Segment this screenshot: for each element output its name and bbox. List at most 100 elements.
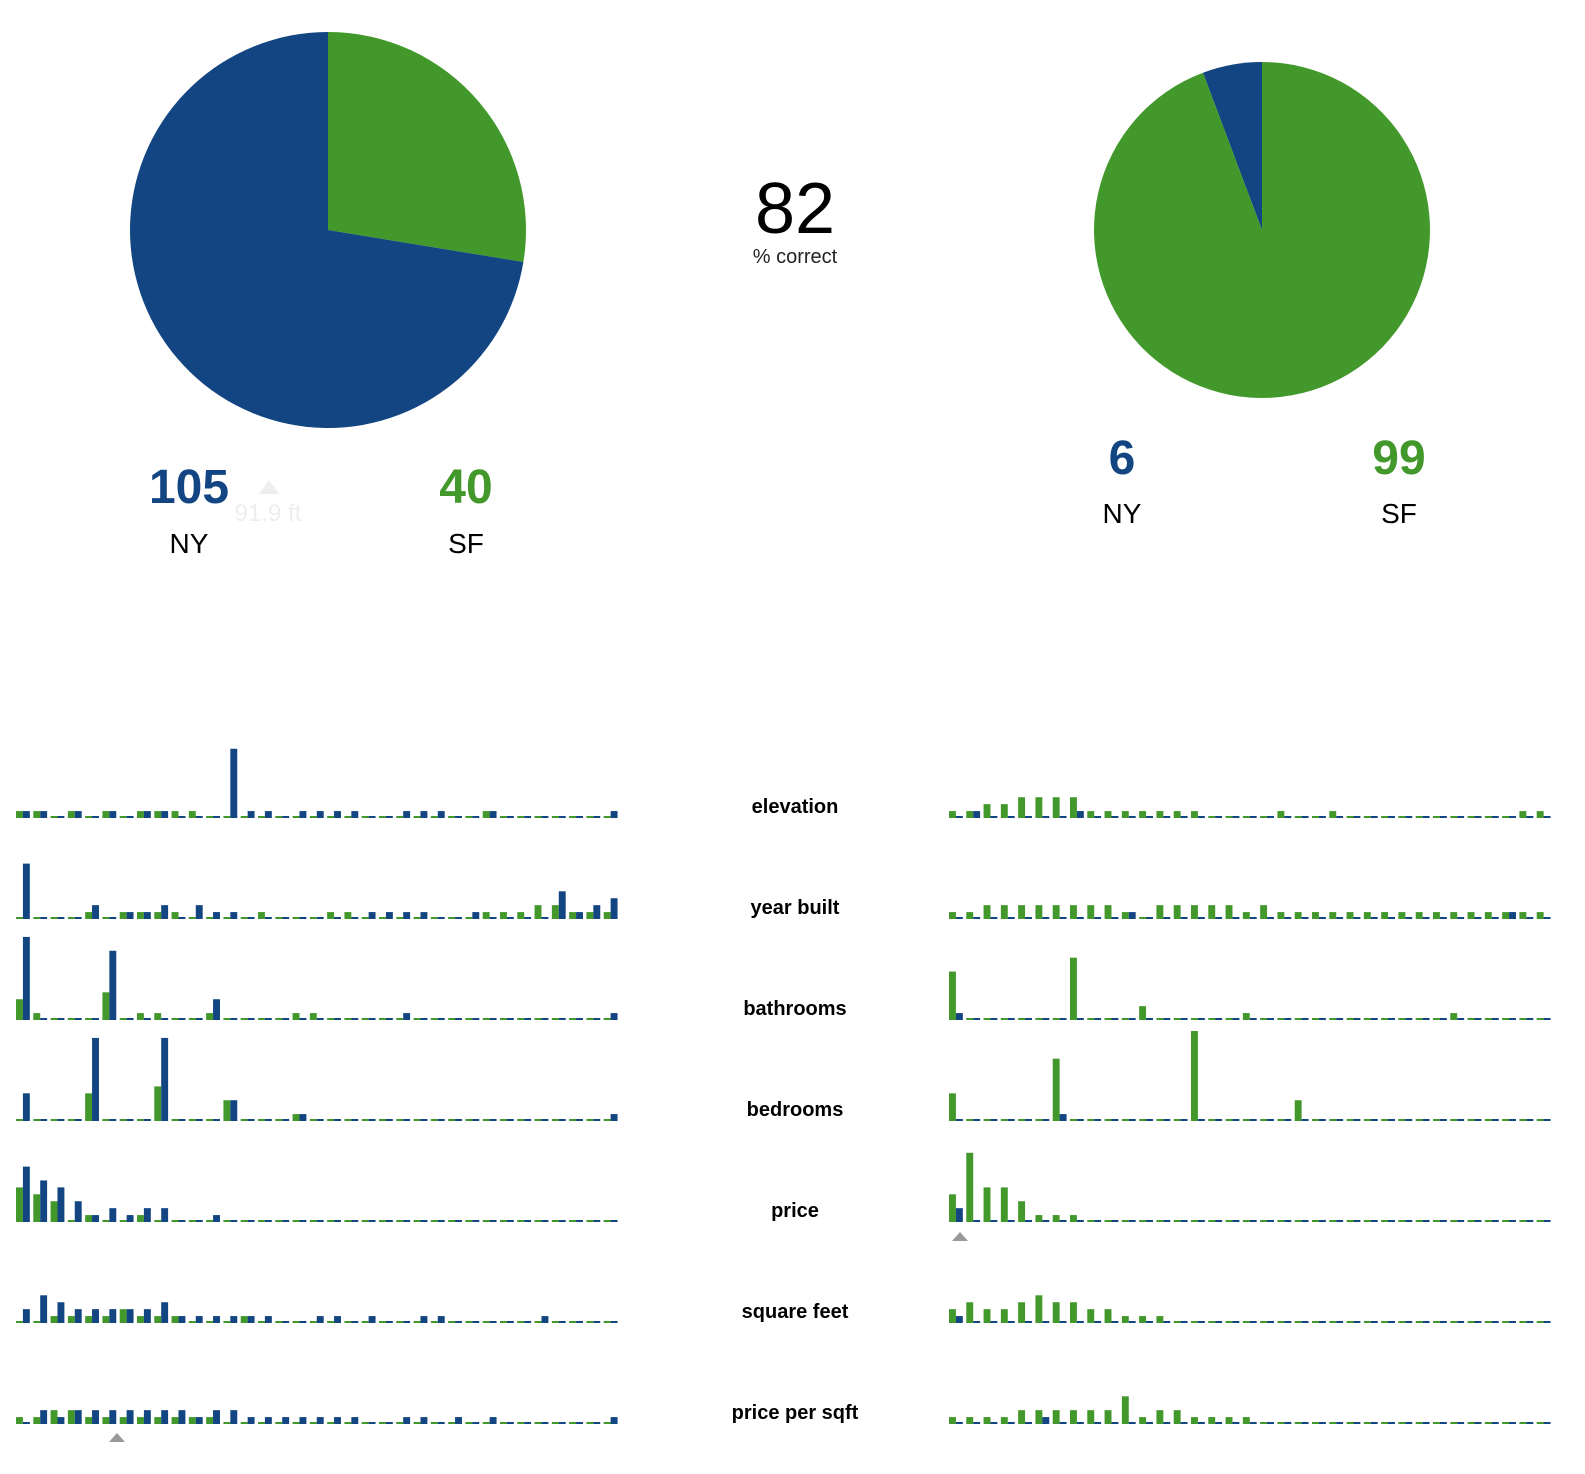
right-elevation-sf-bar — [1381, 816, 1389, 818]
right-year-built-sf-bar — [1139, 917, 1147, 919]
right-bedrooms-ny-bar — [1249, 1119, 1257, 1121]
right-square-feet-ny-bar — [1128, 1321, 1136, 1323]
left-bathrooms-ny-bar — [316, 1018, 324, 1020]
left-bathrooms-ny-bar — [334, 1018, 341, 1020]
right-bedrooms-sf-bar — [1433, 1119, 1440, 1121]
feature-label-bathrooms: bathrooms — [743, 998, 847, 1020]
left-price-ny-bar — [195, 1220, 203, 1222]
left-year-built-ny-bar — [334, 917, 341, 919]
right-ny-count: 6 — [1108, 432, 1136, 485]
right-price-per-sqft-ny-bar — [1457, 1422, 1465, 1424]
right-bedrooms-sf-bar — [1156, 1119, 1164, 1121]
left-year-built-ny-bar — [109, 917, 117, 919]
left-price-per-sqft-sf-bar — [586, 1422, 594, 1424]
left-bathrooms-ny-bar — [524, 1018, 532, 1020]
right-price-per-sqft-ny-bar — [1284, 1422, 1292, 1424]
left-sf-count: 40 — [439, 461, 493, 514]
left-square-feet-ny-bar — [195, 1316, 203, 1323]
left-price-ny-bar — [143, 1208, 151, 1222]
left-bathrooms-sf-bar — [33, 1013, 41, 1020]
left-elevation-ny-bar — [264, 811, 272, 818]
left-price-sf-bar — [171, 1220, 179, 1222]
right-price-ny-bar — [1457, 1220, 1465, 1222]
left-elevation-sf-bar — [240, 816, 248, 818]
left-bedrooms-sf-bar — [309, 1119, 317, 1121]
right-bathrooms-ny-bar — [1007, 1018, 1015, 1020]
left-bedrooms-sf-bar — [344, 1119, 352, 1121]
left-square-feet-ny-bar — [610, 1321, 618, 1323]
right-square-feet-sf-bar — [1242, 1321, 1250, 1323]
left-price-per-sqft-ny-bar — [455, 1417, 462, 1424]
right-price-per-sqft-ny-bar — [1042, 1417, 1050, 1424]
right-square-feet-ny-bar — [1439, 1321, 1447, 1323]
left-price-per-sqft-sf-bar — [171, 1417, 179, 1424]
left-price-per-sqft-ny-bar — [282, 1417, 290, 1424]
right-square-feet-sf-bar — [1415, 1321, 1423, 1323]
right-histogram-price — [949, 1152, 1551, 1222]
right-price-ny-bar — [1146, 1220, 1153, 1222]
right-price-sf-bar — [1398, 1220, 1406, 1222]
left-bathrooms-sf-bar — [586, 1018, 594, 1020]
left-year-built-ny-bar — [403, 912, 411, 919]
right-bathrooms-ny-bar — [1128, 1018, 1136, 1020]
right-bathrooms-sf-bar — [1398, 1018, 1406, 1020]
left-bathrooms-ny-bar — [195, 1018, 203, 1020]
right-bedrooms-ny-bar — [1336, 1119, 1344, 1121]
left-price-per-sqft-sf-bar — [430, 1422, 438, 1424]
left-elevation-sf-bar — [292, 816, 300, 818]
left-elevation-sf-bar — [258, 816, 265, 818]
left-bedrooms-sf-bar — [379, 1119, 386, 1121]
left-elevation-sf-bar — [413, 816, 421, 818]
right-elevation-sf-bar — [1484, 816, 1492, 818]
right-price-sf-bar — [1484, 1220, 1492, 1222]
right-price-per-sqft-sf-bar — [1000, 1417, 1008, 1424]
right-year-built-ny-bar — [1422, 917, 1430, 919]
left-price-sf-bar — [16, 1187, 23, 1222]
hover-tooltip: 91.9 ft — [234, 500, 302, 527]
right-price-per-sqft-ny-bar — [1215, 1422, 1223, 1424]
right-elevation-ny-bar — [1180, 816, 1188, 818]
left-bathrooms-sf-bar — [258, 1018, 265, 1020]
left-price-per-sqft-sf-bar — [188, 1417, 196, 1424]
left-price-per-sqft-sf-bar — [361, 1422, 369, 1424]
right-year-built-ny-bar — [1094, 917, 1102, 919]
left-bedrooms-ny-bar — [593, 1119, 601, 1121]
left-price-per-sqft-ny-bar — [109, 1410, 117, 1424]
right-year-built-ny-bar — [1215, 917, 1223, 919]
left-bedrooms-ny-bar — [109, 1119, 117, 1121]
left-elevation-sf-bar — [361, 816, 369, 818]
left-price-per-sqft-sf-bar — [240, 1422, 248, 1424]
right-square-feet-sf-bar — [1536, 1321, 1544, 1323]
right-elevation-sf-bar — [983, 804, 991, 818]
left-year-built-ny-bar — [368, 912, 376, 919]
feature-label-square-feet: square feet — [741, 1301, 849, 1323]
right-elevation-sf-bar — [1035, 797, 1043, 818]
right-bedrooms-ny-bar — [1076, 1119, 1084, 1121]
right-price-per-sqft-sf-bar — [1398, 1422, 1406, 1424]
left-year-built-ny-bar — [126, 912, 134, 919]
left-year-built-ny-bar — [472, 912, 480, 919]
right-square-feet-ny-bar — [1457, 1321, 1465, 1323]
left-square-feet-sf-bar — [603, 1321, 611, 1323]
left-bathrooms-sf-bar — [171, 1018, 179, 1020]
feature-label-price-per-sqft: price per sqft — [731, 1402, 859, 1424]
right-bedrooms-ny-bar — [973, 1119, 981, 1121]
right-bedrooms-ny-bar — [1025, 1119, 1032, 1121]
left-year-built-ny-bar — [558, 891, 566, 919]
right-price-ny-bar — [1405, 1220, 1413, 1222]
right-elevation-sf-bar — [1018, 797, 1026, 818]
right-price-per-sqft-sf-bar — [1087, 1410, 1095, 1424]
left-bathrooms-sf-bar — [67, 1018, 75, 1020]
right-square-feet-ny-bar — [1025, 1321, 1032, 1323]
left-price-per-sqft-sf-bar — [448, 1422, 456, 1424]
left-square-feet-sf-bar — [188, 1321, 196, 1323]
left-elevation-sf-bar — [500, 816, 507, 818]
right-price-per-sqft-ny-bar — [1439, 1422, 1447, 1424]
right-pie-slice-sf — [1094, 62, 1430, 399]
right-bedrooms-sf-bar — [1277, 1119, 1285, 1121]
left-histogram-price — [16, 1166, 618, 1222]
left-price-per-sqft-ny-bar — [351, 1417, 359, 1424]
right-price-sf-bar — [1018, 1201, 1026, 1222]
right-bathrooms-sf-bar — [1035, 1018, 1043, 1020]
price-marker-icon — [952, 1232, 968, 1241]
